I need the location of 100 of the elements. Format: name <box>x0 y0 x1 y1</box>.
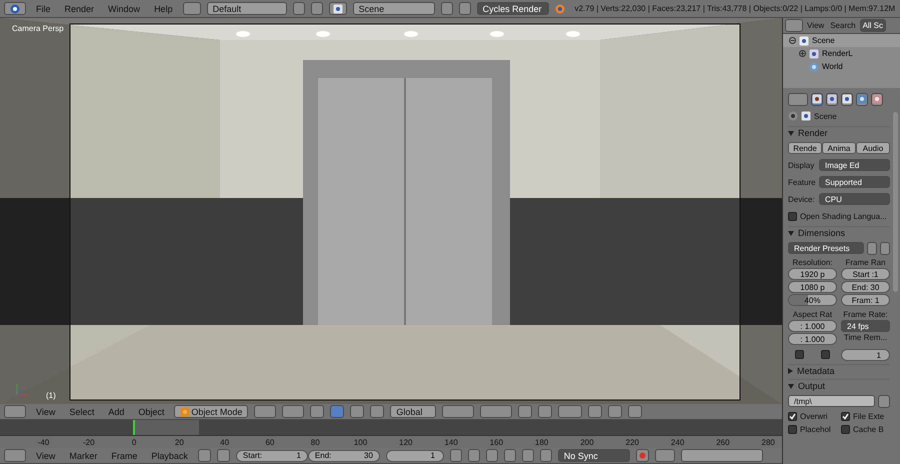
checkbox[interactable] <box>821 350 830 359</box>
panel-header[interactable]: Render <box>788 126 890 138</box>
menu-item[interactable]: Add <box>104 406 128 416</box>
frame-label: (1) <box>46 391 56 400</box>
scene-stats: v2.79 | Verts:22,030 | Faces:23,217 | Tris:43,778 | Objects:0/22 | Lamps:0/0 | Mem:97.12M <box>574 4 896 13</box>
keying-set-field[interactable] <box>680 449 763 462</box>
layout-dropdown[interactable]: Default <box>206 2 287 15</box>
scene-icon[interactable] <box>328 2 347 15</box>
properties-tab[interactable] <box>826 92 838 106</box>
ruler-tick-label: 140 <box>443 438 459 446</box>
ruler-tick-label: 100 <box>352 438 368 446</box>
checkbox[interactable] <box>788 425 797 434</box>
ruler-tick-label: 120 <box>398 438 414 446</box>
properties-tab[interactable] <box>811 92 823 106</box>
render-button[interactable]: Rende <box>788 142 822 154</box>
checkbox-label: Placehol <box>800 425 831 434</box>
scene-tab-icon <box>842 94 852 104</box>
field-label: Feature <box>788 178 816 186</box>
outliner-item[interactable]: World <box>822 62 843 71</box>
scene-icon <box>799 36 809 46</box>
render-button[interactable]: Audio <box>856 142 890 154</box>
menu-item[interactable]: File <box>32 4 55 14</box>
scene-path: Scene <box>814 112 837 120</box>
checkbox[interactable] <box>841 412 850 421</box>
outliner-item[interactable]: Scene <box>812 36 835 45</box>
expand-toggle-icon[interactable] <box>799 50 806 57</box>
panel-header[interactable]: Dimensions <box>788 226 890 238</box>
menu-item[interactable]: Playback <box>147 450 192 460</box>
filter-dropdown[interactable]: All Sc <box>860 19 886 32</box>
checkbox[interactable] <box>795 350 804 359</box>
number-field[interactable]: Start :1 <box>841 268 890 280</box>
menu-item[interactable]: View <box>805 21 826 30</box>
render-engine-dropdown[interactable]: Cycles Render <box>476 2 549 15</box>
properties-tab[interactable] <box>841 92 853 106</box>
ruler-tick-label: 260 <box>715 438 731 446</box>
view-label: Camera Persp <box>12 24 64 33</box>
layers-tab-icon <box>827 94 837 104</box>
menu-item[interactable]: Marker <box>65 450 102 460</box>
frame-rate-dropdown[interactable]: 24 fps <box>841 320 890 332</box>
menu-item[interactable]: Render <box>60 4 98 14</box>
percentage-slider[interactable]: 40% <box>788 294 837 306</box>
render-tab-icon <box>812 94 822 104</box>
ruler-tick-label: -40 <box>36 438 50 446</box>
scene-dropdown[interactable]: Scene <box>352 2 435 15</box>
checkbox-label: Overwri <box>800 412 828 421</box>
axis-gizmo-icon <box>14 382 30 398</box>
menu-item[interactable]: Window <box>104 4 144 14</box>
field-label: Frame Ran <box>844 258 886 267</box>
end-frame-field[interactable]: End: 30 <box>308 450 380 462</box>
panel-header[interactable]: Metadata <box>788 364 890 376</box>
checkbox-label: Cache B <box>853 425 884 434</box>
menu-item[interactable]: Object <box>134 406 168 416</box>
texture-tab-icon <box>872 94 882 104</box>
field-label: Device: <box>788 194 816 204</box>
properties-tab[interactable] <box>871 92 883 106</box>
logo-icon <box>554 4 565 14</box>
current-frame-field[interactable]: 1 <box>386 450 444 462</box>
dropdown[interactable]: CPU <box>819 193 890 205</box>
ruler-tick-label: 80 <box>310 438 321 446</box>
menu-item[interactable]: Search <box>828 21 858 30</box>
record-icon[interactable] <box>636 449 649 462</box>
number-field[interactable]: 1080 p <box>788 281 837 293</box>
dropdown[interactable]: Image Ed <box>819 159 890 171</box>
outliner-item[interactable]: RenderL <box>822 49 853 58</box>
properties-tab[interactable] <box>856 92 868 106</box>
expand-toggle-icon[interactable] <box>789 37 796 44</box>
time-remap-field[interactable]: 1 <box>841 349 890 361</box>
mode-dropdown[interactable]: Object Mode <box>174 405 248 418</box>
checkbox[interactable] <box>841 425 850 434</box>
menu-item[interactable]: Select <box>65 406 98 416</box>
frame-range-bar <box>135 420 199 435</box>
ruler-tick-label: 60 <box>264 438 276 446</box>
cube-icon <box>180 406 190 416</box>
ruler-tick-label: 160 <box>488 438 504 446</box>
menu-item[interactable]: Frame <box>107 450 142 460</box>
info-editor-icon[interactable] <box>4 2 26 15</box>
checkbox[interactable] <box>788 212 797 220</box>
dropdown[interactable]: Supported <box>819 176 890 188</box>
checkbox[interactable] <box>788 412 797 421</box>
number-field[interactable]: End: 30 <box>841 281 890 293</box>
field-label: Frame Rate: <box>842 310 889 319</box>
output-path-field[interactable]: /tmp\ <box>788 395 875 407</box>
ruler-tick-label: 200 <box>579 438 595 446</box>
number-field[interactable]: : 1.000 <box>788 320 837 332</box>
field-label: Display <box>788 160 816 170</box>
presets-dropdown[interactable]: Render Presets <box>788 242 864 254</box>
number-field[interactable]: : 1.000 <box>788 333 837 345</box>
ruler-tick-label: 220 <box>624 438 640 446</box>
panel-header[interactable]: Output <box>788 379 890 391</box>
menu-item[interactable]: View <box>32 450 60 460</box>
number-field[interactable]: Fram: 1 <box>841 294 890 306</box>
orientation-dropdown[interactable]: Global <box>390 405 436 418</box>
info-icon <box>10 4 20 14</box>
render-button[interactable]: Anima <box>822 142 856 154</box>
world-tab-icon <box>857 94 867 104</box>
menu-item[interactable]: View <box>32 406 60 416</box>
start-frame-field[interactable]: Start: 1 <box>236 450 308 462</box>
number-field[interactable]: 1920 p <box>788 268 837 280</box>
sync-dropdown[interactable]: No Sync <box>558 449 630 462</box>
menu-item[interactable]: Help <box>150 4 177 14</box>
